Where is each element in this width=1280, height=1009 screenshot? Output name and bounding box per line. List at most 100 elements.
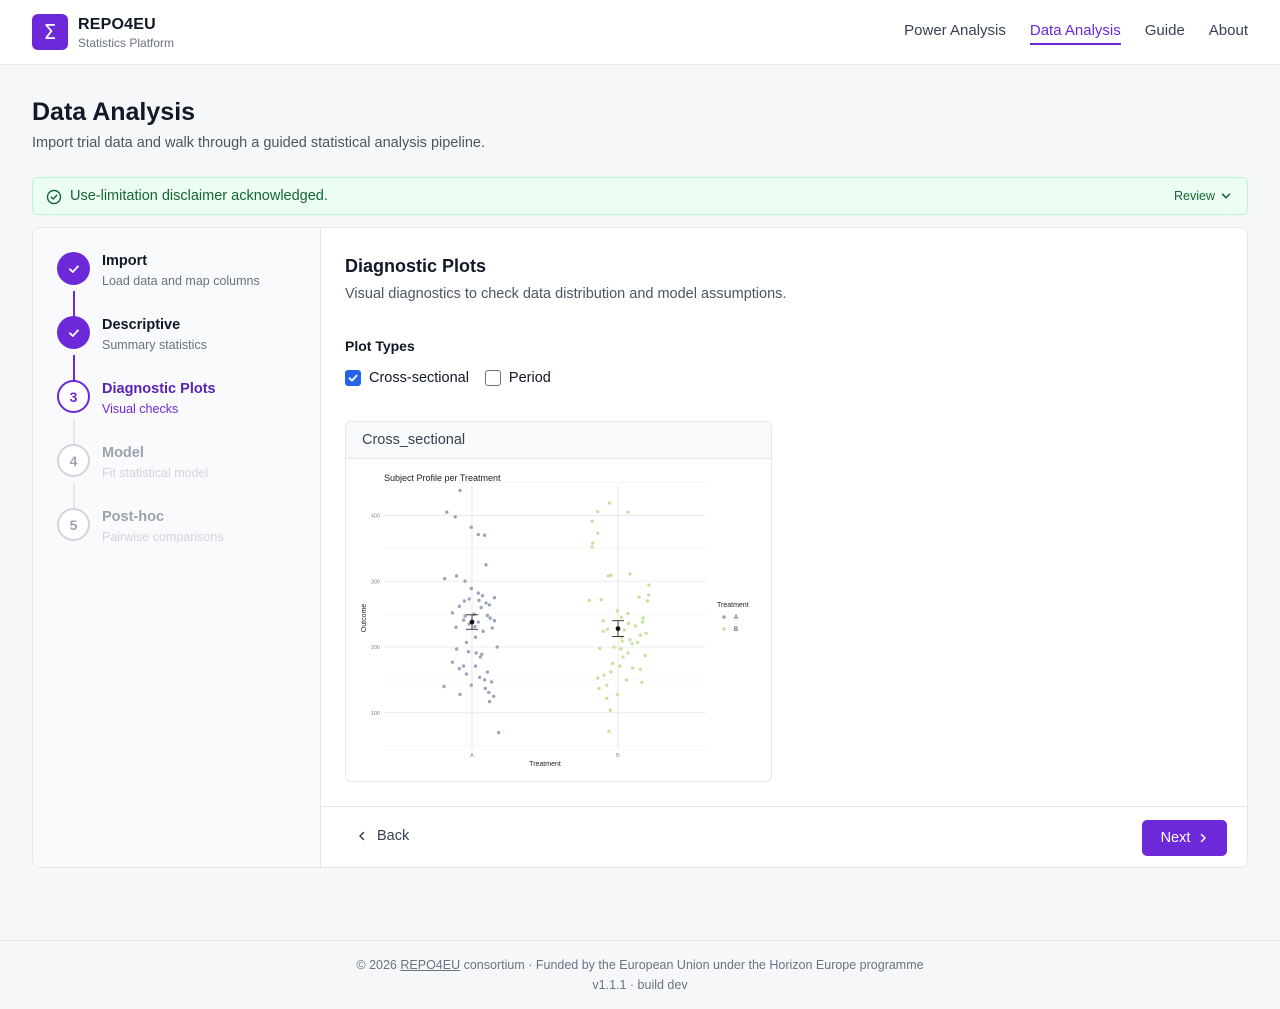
- plot-card-title: Cross_sectional: [346, 422, 771, 459]
- data-point: [492, 694, 496, 699]
- data-point: [474, 651, 478, 655]
- y-tick-label: 100: [371, 711, 380, 717]
- data-point: [473, 624, 477, 629]
- page-footer: © 2026 REPO4EU consortium · Funded by th…: [0, 940, 1280, 1009]
- next-button[interactable]: Next: [1142, 820, 1227, 856]
- data-point: [620, 639, 624, 643]
- legend-swatch: [722, 627, 726, 631]
- data-point: [454, 625, 458, 630]
- data-point: [619, 615, 624, 620]
- footer-version: v1.1.1 · build dev: [592, 978, 688, 992]
- data-point: [641, 616, 645, 620]
- nav-power-analysis[interactable]: Power Analysis: [904, 22, 1006, 45]
- checkbox-period[interactable]: Period: [484, 370, 551, 386]
- nav-data-analysis[interactable]: Data Analysis: [1029, 22, 1121, 45]
- data-point: [591, 541, 595, 545]
- cross-sectional-chart: 100200300400A B Subject Profile per Treat…: [361, 473, 749, 768]
- data-point: [619, 647, 623, 651]
- data-point: [473, 664, 478, 668]
- step-title: Model: [102, 445, 144, 461]
- section-title: Diagnostic Plots: [345, 256, 487, 276]
- data-point: [478, 675, 482, 679]
- step-desc: Summary statistics: [102, 338, 207, 352]
- brand-name[interactable]: REPO4EU: [78, 16, 156, 34]
- step-desc: Fit statistical model: [102, 466, 209, 480]
- data-point: [482, 533, 487, 537]
- data-point: [492, 619, 497, 623]
- data-point: [480, 594, 485, 598]
- mean-point: [469, 619, 475, 625]
- data-point: [612, 645, 616, 649]
- data-point: [457, 667, 462, 671]
- section-subtitle: Visual diagnostics to check data distrib…: [345, 286, 787, 302]
- plot-type-options: Cross-sectional Period: [345, 370, 551, 386]
- data-point: [596, 676, 600, 680]
- data-point: [619, 635, 624, 639]
- data-point: [628, 638, 632, 642]
- y-axis-label: Outcome: [361, 604, 368, 633]
- footer-link-repo4eu[interactable]: REPO4EU: [400, 958, 460, 972]
- data-point: [605, 696, 609, 701]
- x-axis-label: Treatment: [529, 761, 561, 768]
- y-tick-label: 300: [371, 579, 380, 585]
- data-point: [453, 515, 457, 519]
- data-point: [473, 635, 478, 639]
- brand-subtitle: Statistics Platform: [78, 36, 175, 50]
- analysis-card: Import Load data and map columns Descrip…: [32, 227, 1248, 868]
- checkbox-cross-sectional[interactable]: Cross-sectional: [345, 370, 469, 386]
- data-point: [461, 618, 466, 622]
- data-point: [601, 619, 605, 623]
- back-button[interactable]: Back: [357, 828, 409, 844]
- data-point: [490, 626, 494, 630]
- step-done-check-icon: [57, 316, 90, 349]
- nav-about[interactable]: About: [1209, 22, 1248, 45]
- plot-card: Cross_sectional 100 200 300 400 A B Subject P…: [345, 421, 772, 782]
- data-point: [638, 633, 643, 637]
- data-point: [457, 604, 462, 608]
- step-title: Descriptive: [102, 317, 181, 333]
- data-point: [626, 510, 630, 514]
- x-tick-label: B: [616, 753, 620, 759]
- data-point: [450, 611, 455, 615]
- data-point: [610, 661, 615, 666]
- data-point: [485, 670, 490, 674]
- checkbox-unchecked-icon[interactable]: [484, 370, 501, 386]
- data-point: [615, 609, 619, 613]
- x-tick-label: A: [470, 753, 474, 759]
- review-toggle[interactable]: Review: [1174, 189, 1231, 203]
- step-nav-bar: Back Next: [321, 806, 1247, 867]
- data-point: [469, 525, 473, 530]
- y-tick-label: 400: [371, 513, 380, 519]
- data-point: [462, 599, 466, 603]
- data-point: [626, 621, 631, 626]
- step-number: 5: [57, 508, 90, 541]
- logo-sigma-icon[interactable]: Σ: [32, 14, 68, 50]
- data-point: [496, 730, 501, 735]
- step-done-check-icon: [57, 252, 90, 285]
- step-content: Diagnostic Plots Visual diagnostics to c…: [321, 228, 1247, 867]
- step-desc: Pairwise comparisons: [102, 530, 224, 544]
- data-point: [485, 613, 490, 618]
- page-subtitle: Import trial data and walk through a gui…: [32, 135, 485, 151]
- data-point: [598, 646, 602, 651]
- data-point: [626, 651, 630, 655]
- checkbox-checked-icon[interactable]: [345, 370, 361, 386]
- checkbox-label: Period: [508, 370, 551, 386]
- data-point: [476, 532, 480, 537]
- data-point: [464, 640, 469, 645]
- data-point: [587, 598, 591, 603]
- nav-guide[interactable]: Guide: [1145, 22, 1185, 45]
- data-point: [487, 603, 492, 607]
- data-point: [644, 631, 648, 635]
- data-point: [599, 597, 603, 602]
- data-point: [590, 545, 594, 549]
- data-point: [454, 647, 459, 651]
- step-desc: Load data and map columns: [102, 274, 260, 288]
- data-point: [467, 597, 471, 601]
- data-point: [635, 640, 640, 645]
- data-point: [483, 686, 487, 691]
- data-point: [640, 620, 645, 624]
- data-point: [605, 627, 610, 631]
- step-title: Import: [102, 253, 148, 269]
- data-point: [638, 667, 643, 672]
